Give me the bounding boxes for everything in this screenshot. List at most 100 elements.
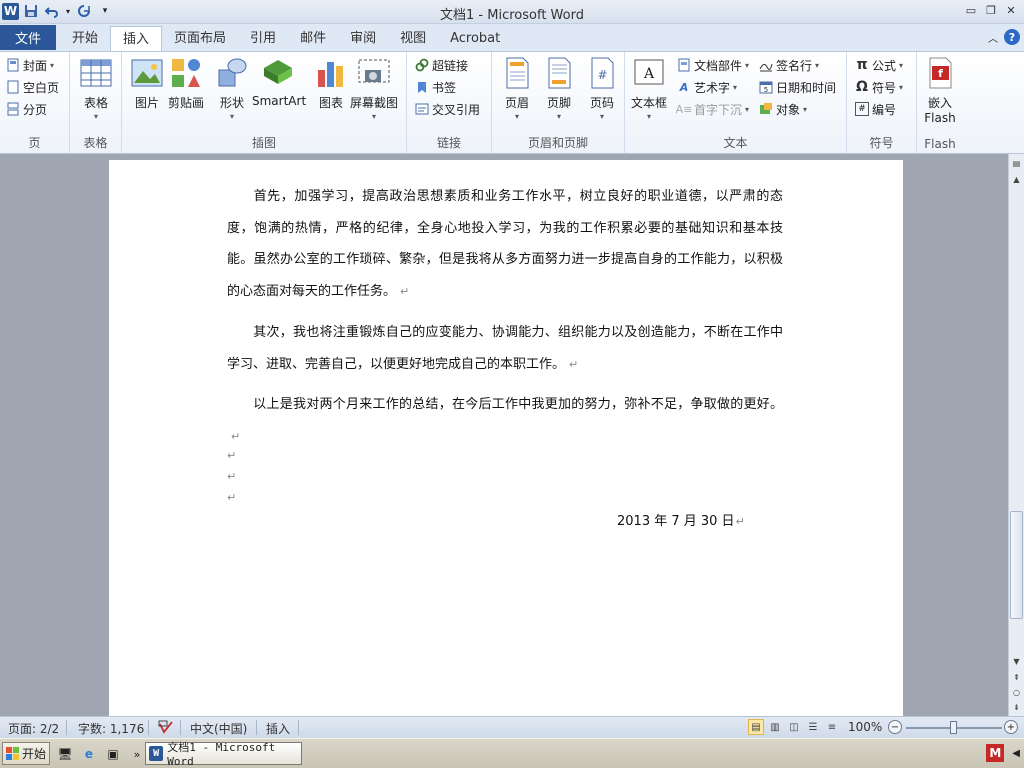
minimize-ribbon-icon[interactable]: ︿ [988, 30, 998, 45]
insert-mode[interactable]: 插入 [266, 720, 290, 737]
customize-icon[interactable]: ▾ [96, 2, 114, 20]
tab-file[interactable]: 文件 [0, 25, 56, 50]
word-count[interactable]: 字数: 1,176 [78, 720, 144, 737]
vertical-scrollbar[interactable]: ▤ ▲ ▼ ⇞ ○ ⇟ [1008, 154, 1024, 716]
screenshot-button[interactable]: 屏幕截图 ▾ [350, 56, 398, 121]
group-label-symbols: 符号 [869, 136, 894, 150]
document-area[interactable]: 首先，加强学习，提高政治思想素质和业务工作水平，树立良好的职业道德，以严肃的态度… [0, 154, 1008, 716]
svg-text:A: A [643, 66, 655, 82]
web-layout-icon[interactable]: ◫ [786, 719, 802, 735]
footer-button[interactable]: 页脚 ▾ [542, 56, 576, 121]
tab-mailings[interactable]: 邮件 [288, 26, 338, 51]
save-icon[interactable] [22, 2, 40, 20]
zoom-in-icon[interactable]: + [1004, 720, 1018, 734]
scroll-thumb[interactable] [1010, 511, 1023, 619]
restore-icon[interactable]: ❐ [982, 2, 1000, 18]
wordart-button[interactable]: A 艺术字 ▾ [677, 77, 737, 97]
number-icon: # [855, 102, 869, 116]
tab-references[interactable]: 引用 [238, 26, 288, 51]
date-line[interactable]: 2013 年 7 月 30 日↵ [617, 510, 745, 529]
textbox-button[interactable]: A 文本框 ▾ [631, 56, 667, 121]
full-screen-reading-icon[interactable]: ▥ [767, 719, 783, 735]
paragraph-2[interactable]: 其次，我也将注重锻炼自己的应变能力、协调能力、组织能力以及创造能力，不断在工作中… [227, 317, 783, 380]
chart-button[interactable]: 图表 [314, 56, 348, 111]
quick-parts-button[interactable]: 文档部件 ▾ [677, 55, 749, 75]
zoom-slider-thumb[interactable] [950, 721, 957, 734]
symbol-button[interactable]: Ω 符号 ▾ [855, 77, 903, 97]
tab-acrobat[interactable]: Acrobat [438, 26, 512, 51]
number-button[interactable]: # 编号 [855, 99, 896, 119]
redo-icon[interactable] [75, 2, 93, 20]
empty-paragraph-mark[interactable]: ↵ [227, 470, 236, 483]
empty-paragraph-mark[interactable]: ↵ [227, 449, 236, 462]
paragraph-mark: ↵ [569, 357, 579, 371]
scroll-down-icon[interactable]: ▼ [1009, 654, 1024, 668]
zoom-level[interactable]: 100% [848, 720, 882, 734]
document-page[interactable]: 首先，加强学习，提高政治思想素质和业务工作水平，树立良好的职业道德，以严肃的态度… [109, 160, 903, 716]
paragraph-mark: ↵ [400, 284, 410, 298]
dropcap-button[interactable]: A≡ 首字下沉 ▾ [676, 99, 749, 119]
show-desktop-icon[interactable]: 🖥 [56, 745, 74, 763]
bookmark-button[interactable]: 书签 [415, 77, 456, 97]
draft-icon[interactable]: ≡ [824, 719, 840, 735]
scroll-up-icon[interactable]: ▲ [1009, 172, 1024, 186]
equation-button[interactable]: π 公式 ▾ [855, 55, 903, 75]
header-button[interactable]: 页眉 ▾ [500, 56, 534, 121]
taskbar-word-button[interactable]: W 文档1 - Microsoft Word [145, 741, 302, 768]
hyperlink-button[interactable]: 超链接 [415, 55, 468, 75]
proofing-icon[interactable] [158, 720, 174, 737]
embed-flash-button[interactable]: f 嵌入 Flash [923, 56, 957, 125]
print-layout-icon[interactable]: ▤ [748, 719, 764, 735]
tab-home[interactable]: 开始 [60, 26, 110, 51]
tab-page-layout[interactable]: 页面布局 [162, 26, 238, 51]
zoom-out-icon[interactable]: − [888, 720, 902, 734]
tray-arrow-icon[interactable]: ◀ [1012, 748, 1020, 759]
help-icon[interactable]: ? [1004, 29, 1020, 45]
signature-line-icon [759, 58, 773, 72]
smartart-button[interactable]: SmartArt [252, 56, 306, 108]
page-number-button[interactable]: # 页码 ▾ [585, 56, 619, 121]
start-button[interactable]: 开始 [2, 742, 50, 765]
object-button[interactable]: 对象 ▾ [759, 99, 807, 119]
page-count[interactable]: 页面: 2/2 [8, 720, 59, 737]
tab-insert[interactable]: 插入 [110, 26, 163, 52]
undo-icon[interactable] [43, 2, 61, 20]
page-break-button[interactable]: 分页 [6, 99, 47, 119]
cover-page-button[interactable]: 封面 ▾ [6, 55, 54, 75]
undo-dropdown-icon[interactable]: ▾ [64, 2, 72, 20]
date-time-button[interactable]: 5 日期和时间 [759, 77, 836, 97]
clipart-icon [172, 59, 200, 87]
media-player-icon[interactable]: ▣ [104, 745, 122, 763]
table-button[interactable]: 表格 ▾ [79, 56, 113, 121]
ribbon-tabs: 文件 开始 插入 页面布局 引用 邮件 审阅 视图 Acrobat ︿ ? [0, 24, 1024, 52]
paragraph-1[interactable]: 首先，加强学习，提高政治思想素质和业务工作水平，树立良好的职业道德，以严肃的态度… [227, 181, 783, 307]
clipart-button[interactable]: 剪贴画 [168, 56, 204, 111]
quick-parts-icon [677, 58, 691, 72]
tab-review[interactable]: 审阅 [338, 26, 388, 51]
bookmark-icon [415, 80, 429, 94]
page-break-icon [6, 102, 20, 116]
paragraph-3[interactable]: 以上是我对两个月来工作的总结，在今后工作中我更加的努力，弥补不足，争取做的更好。… [227, 389, 783, 452]
browse-object-icon[interactable]: ○ [1009, 685, 1024, 699]
more-icon[interactable]: » [128, 745, 146, 763]
next-page-icon[interactable]: ⇟ [1009, 700, 1024, 714]
title-bar: W ▾ ▾ 文档1 - Microsoft Word ▭ ❐ ✕ [0, 0, 1024, 24]
cross-reference-button[interactable]: 交叉引用 [415, 99, 480, 119]
signature-line-button[interactable]: 签名行 ▾ [759, 55, 819, 75]
header-icon [506, 57, 529, 89]
tab-list: 开始 插入 页面布局 引用 邮件 审阅 视图 Acrobat [60, 26, 512, 52]
previous-page-icon[interactable]: ⇞ [1009, 670, 1024, 684]
empty-paragraph-mark[interactable]: ↵ [227, 491, 236, 504]
word-logo-icon[interactable]: W [2, 2, 19, 20]
tab-view[interactable]: 视图 [388, 26, 438, 51]
picture-button[interactable]: 图片 [130, 56, 164, 111]
minimize-icon[interactable]: ▭ [962, 2, 980, 18]
shapes-button[interactable]: 形状 ▾ [215, 56, 249, 121]
blank-page-button[interactable]: 空白页 [6, 77, 59, 97]
outline-icon[interactable]: ☰ [805, 719, 821, 735]
language-indicator[interactable]: 中文(中国) [190, 720, 247, 737]
tray-m-icon[interactable]: M [986, 744, 1005, 762]
close-icon[interactable]: ✕ [1002, 2, 1020, 18]
internet-explorer-icon[interactable]: e [80, 745, 98, 763]
ruler-toggle-icon[interactable]: ▤ [1009, 156, 1024, 170]
